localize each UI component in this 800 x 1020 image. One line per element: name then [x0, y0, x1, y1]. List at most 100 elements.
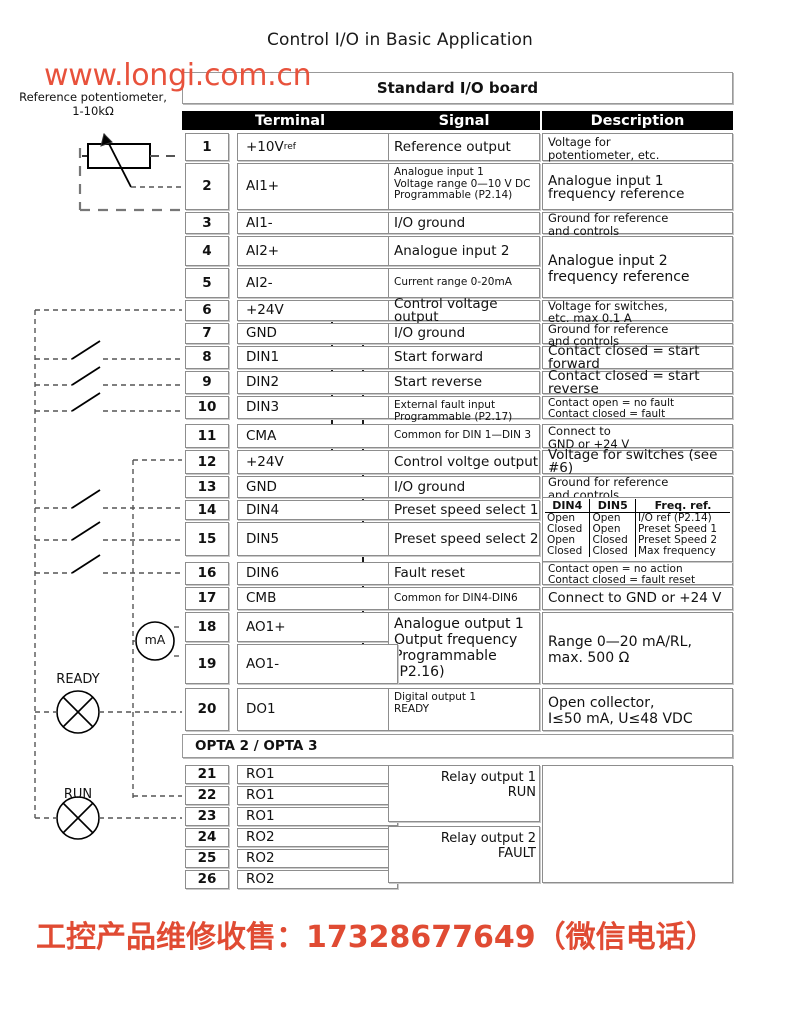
terminal-number-10: 10 — [185, 396, 229, 419]
terminal-number-25: 25 — [185, 849, 229, 868]
switch-din3 — [35, 392, 182, 412]
terminal-name-23: RO1 — [237, 807, 398, 826]
terminal-number-24: 24 — [185, 828, 229, 847]
terminal-name-11: CMA — [237, 424, 398, 448]
terminal-name-9: DIN2 — [237, 371, 398, 394]
opta-board-header: OPTA 2 / OPTA 3 — [182, 734, 733, 758]
preset-speed-truth-table: DIN4 DIN5 Freq. ref. Open Open I/O ref (P2.1… — [542, 497, 733, 562]
terminal-name-8: DIN1 — [237, 346, 398, 369]
truth-cell-3-0: Closed — [547, 545, 583, 557]
signal-2: Analogue input 1 Voltage range 0—10 V DC P… — [388, 163, 540, 210]
description-2: Analogue input 1 frequency reference — [542, 163, 733, 210]
relay-output-2-label: Relay output 2 FAULT — [441, 831, 536, 861]
relay-output-1-line2: RUN — [507, 785, 536, 800]
relay-output-2-block: Relay output 2 FAULT — [388, 826, 540, 883]
terminal-number-23: 23 — [185, 807, 229, 826]
description-16: Contact open = no action Contact closed =… — [542, 562, 733, 586]
signal-8: Start forward — [388, 346, 540, 369]
terminal-number-19: 19 — [185, 644, 229, 684]
description-3: Ground for reference and controls — [542, 212, 733, 237]
relay-output-1-label: Relay output 1 RUN — [441, 770, 536, 800]
terminal-name-21: RO1 — [237, 765, 398, 784]
terminal-number-13: 13 — [185, 476, 229, 498]
potentiometer-caption-line2: 1-10kΩ — [72, 104, 114, 118]
column-header-description: Description — [542, 111, 733, 130]
terminal-name-5: AI2- — [237, 268, 398, 298]
terminal-name-22: RO1 — [237, 786, 398, 805]
potentiometer-symbol — [87, 143, 151, 169]
description-12: Voltage for switches (see #6) — [542, 448, 733, 475]
terminal-name-24: RO2 — [237, 828, 398, 847]
terminal-number-26: 26 — [185, 870, 229, 889]
diagram-page: Control I/O in Basic Application www.lon… — [0, 0, 800, 1020]
terminal-name-4: AI2+ — [237, 236, 398, 266]
terminal-number-4: 4 — [185, 236, 229, 266]
footer-contact-text: 工控产品维修收售：17328677649（微信电话） — [36, 920, 716, 955]
column-header-terminal: Terminal — [182, 111, 398, 130]
terminal-name-3: AI1- — [237, 212, 398, 234]
terminal-number-15: 15 — [185, 522, 229, 556]
terminal-number-14: 14 — [185, 500, 229, 520]
signal-18: Analogue output 1 Output frequency Program… — [388, 612, 540, 684]
signal-13: I/O ground — [388, 476, 540, 498]
description-4: Analogue input 2 frequency reference — [542, 236, 733, 298]
terminal-name-13: GND — [237, 476, 398, 498]
signal-14: Preset speed select 1 — [388, 500, 540, 520]
switch-din4 — [35, 489, 182, 509]
switch-din2 — [35, 366, 182, 386]
potentiometer-caption: Reference potentiometer, 1-10kΩ — [8, 90, 178, 118]
truth-cell-3-1: Closed — [589, 546, 636, 557]
description-6: Voltage for switches, etc. max 0.1 A — [542, 299, 733, 324]
relay-output-1-block: Relay output 1 RUN — [388, 765, 540, 822]
terminal-name-2: AI1+ — [237, 163, 398, 210]
terminal-name-18: AO1+ — [237, 612, 398, 642]
signal-4: Analogue input 2 — [388, 236, 540, 266]
switch-din1 — [35, 340, 182, 360]
description-17: Connect to GND or +24 V — [542, 587, 733, 610]
terminal-number-17: 17 — [185, 587, 229, 610]
truth-cell-3-2: Max frequency — [635, 546, 730, 557]
terminal-name-7: GND — [237, 323, 398, 344]
terminal-name-14: DIN4 — [237, 500, 398, 520]
signal-16: Fault reset — [388, 562, 540, 585]
terminal-name-6: +24V — [237, 300, 398, 321]
watermark-url: www.longi.com.cn — [44, 58, 312, 93]
terminal-name-1: +10V ref — [237, 133, 398, 161]
terminal-number-9: 9 — [185, 371, 229, 394]
signal-9: Start reverse — [388, 371, 540, 394]
terminal-name-16: DIN6 — [237, 562, 398, 585]
signal-17: Common for DIN4-DIN6 — [388, 587, 540, 610]
description-13: Ground for reference and controls — [542, 476, 733, 501]
terminal-number-20: 20 — [185, 688, 229, 731]
description-11: Connect to GND or +24 V — [542, 424, 733, 450]
terminal-name-15: DIN5 — [237, 522, 398, 556]
relay-output-2-line1: Relay output 2 — [440, 831, 536, 846]
description-10: Contact open = no fault Contact closed = … — [542, 396, 733, 420]
signal-5: Current range 0-20mA — [388, 268, 540, 298]
signal-3: I/O ground — [388, 212, 540, 234]
truth-header-0: DIN4 — [545, 499, 590, 513]
description-8: Contact closed = start forward — [542, 344, 733, 370]
terminal-number-21: 21 — [185, 765, 229, 784]
terminal-name-25: RO2 — [237, 849, 398, 868]
switch-din5 — [35, 521, 182, 541]
terminal-number-22: 22 — [185, 786, 229, 805]
terminal-number-7: 7 — [185, 323, 229, 344]
terminal-name-17: CMB — [237, 587, 398, 610]
description-1: Voltage for potentiometer, etc. — [542, 133, 733, 161]
page-title: Control I/O in Basic Application — [267, 30, 533, 50]
description-18: Range 0—20 mA/RL, max. 500 Ω — [542, 612, 733, 684]
terminal-name-20: DO1 — [237, 688, 398, 731]
truth-header-2: Freq. ref. — [635, 499, 730, 513]
signal-1: Reference output — [388, 133, 540, 161]
lamp-ready-icon — [35, 690, 182, 734]
milliamp-meter-label: mA — [144, 632, 166, 647]
signal-7: I/O ground — [388, 323, 540, 344]
terminal-number-18: 18 — [185, 612, 229, 642]
signal-10: External fault input Programmable (P2.17) — [388, 396, 540, 422]
description-9: Contact closed = start reverse — [542, 369, 733, 395]
relay-output-1-line1: Relay output 1 — [440, 770, 536, 785]
signal-12: Control voltge output — [388, 450, 540, 474]
switch-din6 — [35, 554, 182, 574]
description-20: Open collector, I≤50 mA, U≤48 VDC — [542, 688, 733, 731]
